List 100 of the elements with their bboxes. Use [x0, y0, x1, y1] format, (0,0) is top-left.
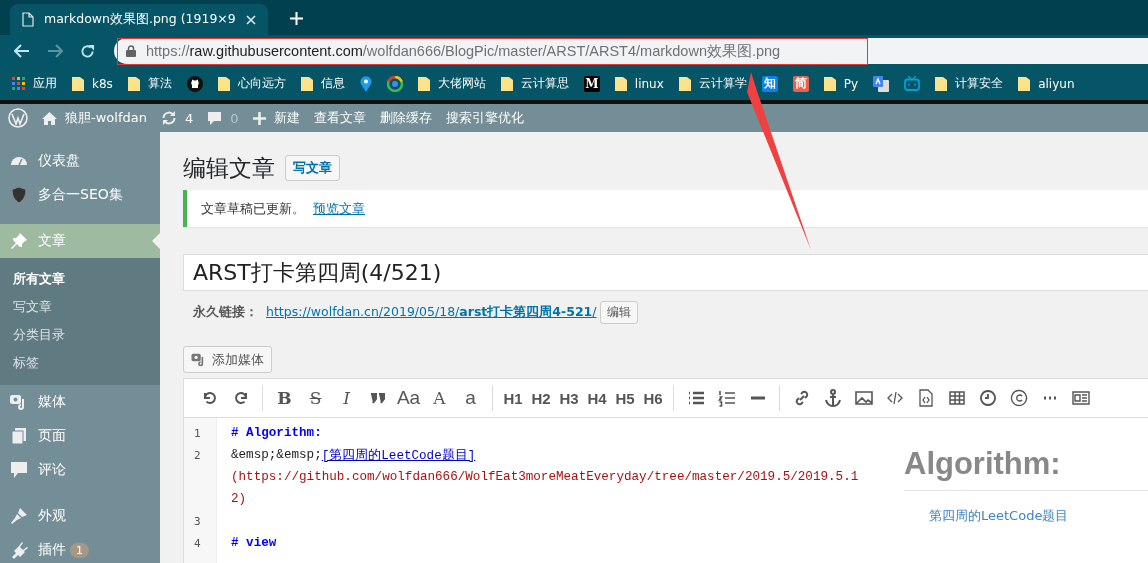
new-tab-icon[interactable] — [289, 12, 303, 25]
shield-icon — [10, 186, 28, 204]
tv-icon — [904, 76, 921, 91]
permalink-label: 永久链接： — [193, 303, 258, 321]
bookmark-label: linux — [634, 76, 664, 91]
bookmark[interactable]: aliyun — [1018, 76, 1075, 91]
clock-icon — [978, 389, 997, 407]
format-button[interactable]: I — [331, 383, 362, 413]
format-button[interactable]: Aa — [393, 383, 424, 413]
cat-silhouette-icon — [186, 75, 203, 92]
code-text: (https://github.com/wolfdan666/WolfEat3moreMeatEveryday/tree/master/2019.5/2019.5.1 — [231, 470, 859, 484]
folder-icon — [417, 76, 430, 91]
folder-icon — [72, 76, 84, 91]
wordpress-logo-icon[interactable] — [8, 108, 28, 128]
page-title: 编辑文章 — [183, 153, 275, 183]
bookmark[interactable]: 心向远方 — [217, 75, 286, 92]
format-button[interactable]: H6 — [639, 383, 667, 413]
home-icon — [42, 111, 57, 125]
bookmark[interactable]: 云计算思 — [500, 75, 569, 92]
bookmark-label: 算法 — [147, 75, 172, 92]
format-button[interactable]: H2 — [527, 383, 555, 413]
image-icon — [854, 389, 873, 407]
bookmark[interactable]: 知 — [761, 75, 778, 92]
document-icon — [22, 12, 34, 27]
format-button[interactable]: H4 — [583, 383, 611, 413]
bookmark-label: 云计算学 — [698, 75, 747, 92]
comment-icon — [10, 461, 28, 479]
submenu-item[interactable]: 标签 — [0, 349, 160, 377]
folder-icon — [678, 76, 691, 91]
bookmark-label: aliyun — [1038, 76, 1075, 91]
folder-icon — [127, 76, 140, 91]
submenu-item[interactable]: 分类目录 — [0, 321, 160, 349]
colored-ring-icon — [386, 75, 403, 92]
format-button[interactable]: a — [455, 383, 486, 413]
code-icon — [885, 389, 904, 407]
bookmark[interactable]: 应用 — [12, 75, 57, 92]
bookmark-label: 大佬网站 — [437, 75, 486, 92]
code-file-icon — [916, 389, 935, 407]
plus-icon — [252, 111, 266, 125]
bookmark[interactable] — [359, 75, 372, 92]
bookmark[interactable]: 大佬网站 — [417, 75, 486, 92]
format-button[interactable]: H3 — [555, 383, 583, 413]
lock-icon — [126, 45, 136, 57]
format-button[interactable]: A — [424, 383, 455, 413]
notice-text: 文章草稿已更新。 — [201, 199, 305, 218]
bookmark[interactable]: Py — [823, 76, 859, 91]
plug-icon — [10, 541, 28, 559]
permalink-link[interactable]: https://wolfdan.cn/2019/05/18/arst打卡第四周4-521/ — [266, 303, 597, 321]
edit-button[interactable]: 编辑 — [599, 300, 638, 324]
submenu-item[interactable]: 所有文章 — [0, 265, 160, 293]
format-button[interactable]: H5 — [611, 383, 639, 413]
browser-tab[interactable]: markdown效果图.png (1919×9 — [10, 4, 268, 35]
bookmark[interactable] — [186, 75, 203, 92]
line-number: 4 — [194, 536, 201, 550]
pin-icon — [10, 232, 28, 250]
preview-heading: Algorithm: — [904, 446, 1148, 491]
line-number: 2 — [194, 448, 201, 462]
line-number: 3 — [194, 514, 201, 528]
add-media-button[interactable]: 添加媒体 — [183, 346, 272, 373]
apps-grid-icon — [12, 77, 25, 90]
bookmark[interactable]: 云计算学 — [678, 75, 747, 92]
bookmark-label: 云计算思 — [520, 75, 569, 92]
folder-icon — [300, 76, 313, 91]
bookmark[interactable]: linux — [614, 76, 664, 91]
bookmark[interactable]: 计算安全 — [935, 75, 1004, 92]
bookmark[interactable] — [873, 75, 890, 92]
tab-title: markdown效果图.png (1919×9 — [44, 11, 236, 28]
bookmark-label: Py — [843, 76, 859, 91]
add-new-button[interactable]: 写文章 — [285, 155, 340, 181]
count-badge: 1 — [70, 542, 89, 558]
format-button[interactable]: H1 — [499, 383, 527, 413]
folder-icon — [500, 76, 513, 91]
bookmark[interactable]: M — [583, 75, 600, 92]
bookmark[interactable]: k8s — [72, 76, 113, 91]
reload-icon[interactable] — [80, 43, 95, 59]
bookmark[interactable]: 算法 — [127, 75, 172, 92]
line-number: 1 — [194, 426, 201, 440]
bookmark-label: 心向远方 — [237, 75, 286, 92]
format-button[interactable]: S — [300, 383, 331, 413]
pages-icon — [10, 427, 28, 445]
preview-link[interactable]: 预览文章 — [313, 199, 365, 218]
horizontal-line-icon — [750, 396, 765, 400]
title-field[interactable]: ARST打卡第四周(4/521) — [183, 254, 1148, 291]
back-icon[interactable] — [14, 44, 30, 58]
folder-icon — [935, 76, 948, 91]
code-text: &emsp;&emsp; — [231, 448, 322, 462]
location-pin-icon — [359, 75, 372, 92]
format-button[interactable]: B — [269, 383, 300, 413]
table-icon — [947, 389, 966, 407]
bullet-list-icon — [686, 389, 705, 407]
address-bar[interactable]: https://raw.githubusercontent.com/wolfdan666/BlogPic/master/ARST/ARST4/markdown效果图.png — [114, 38, 1148, 64]
numbered-list-icon — [717, 389, 736, 407]
code-text: # view — [231, 536, 277, 550]
preview-link[interactable]: 第四周的LeetCode题目 — [929, 507, 1069, 525]
submenu-item[interactable]: 写文章 — [0, 293, 160, 321]
bookmark[interactable]: 信息 — [300, 75, 345, 92]
dots-icon — [1042, 396, 1057, 400]
close-icon[interactable] — [245, 14, 256, 25]
translate-icon — [873, 75, 890, 92]
brush-icon — [10, 507, 28, 525]
